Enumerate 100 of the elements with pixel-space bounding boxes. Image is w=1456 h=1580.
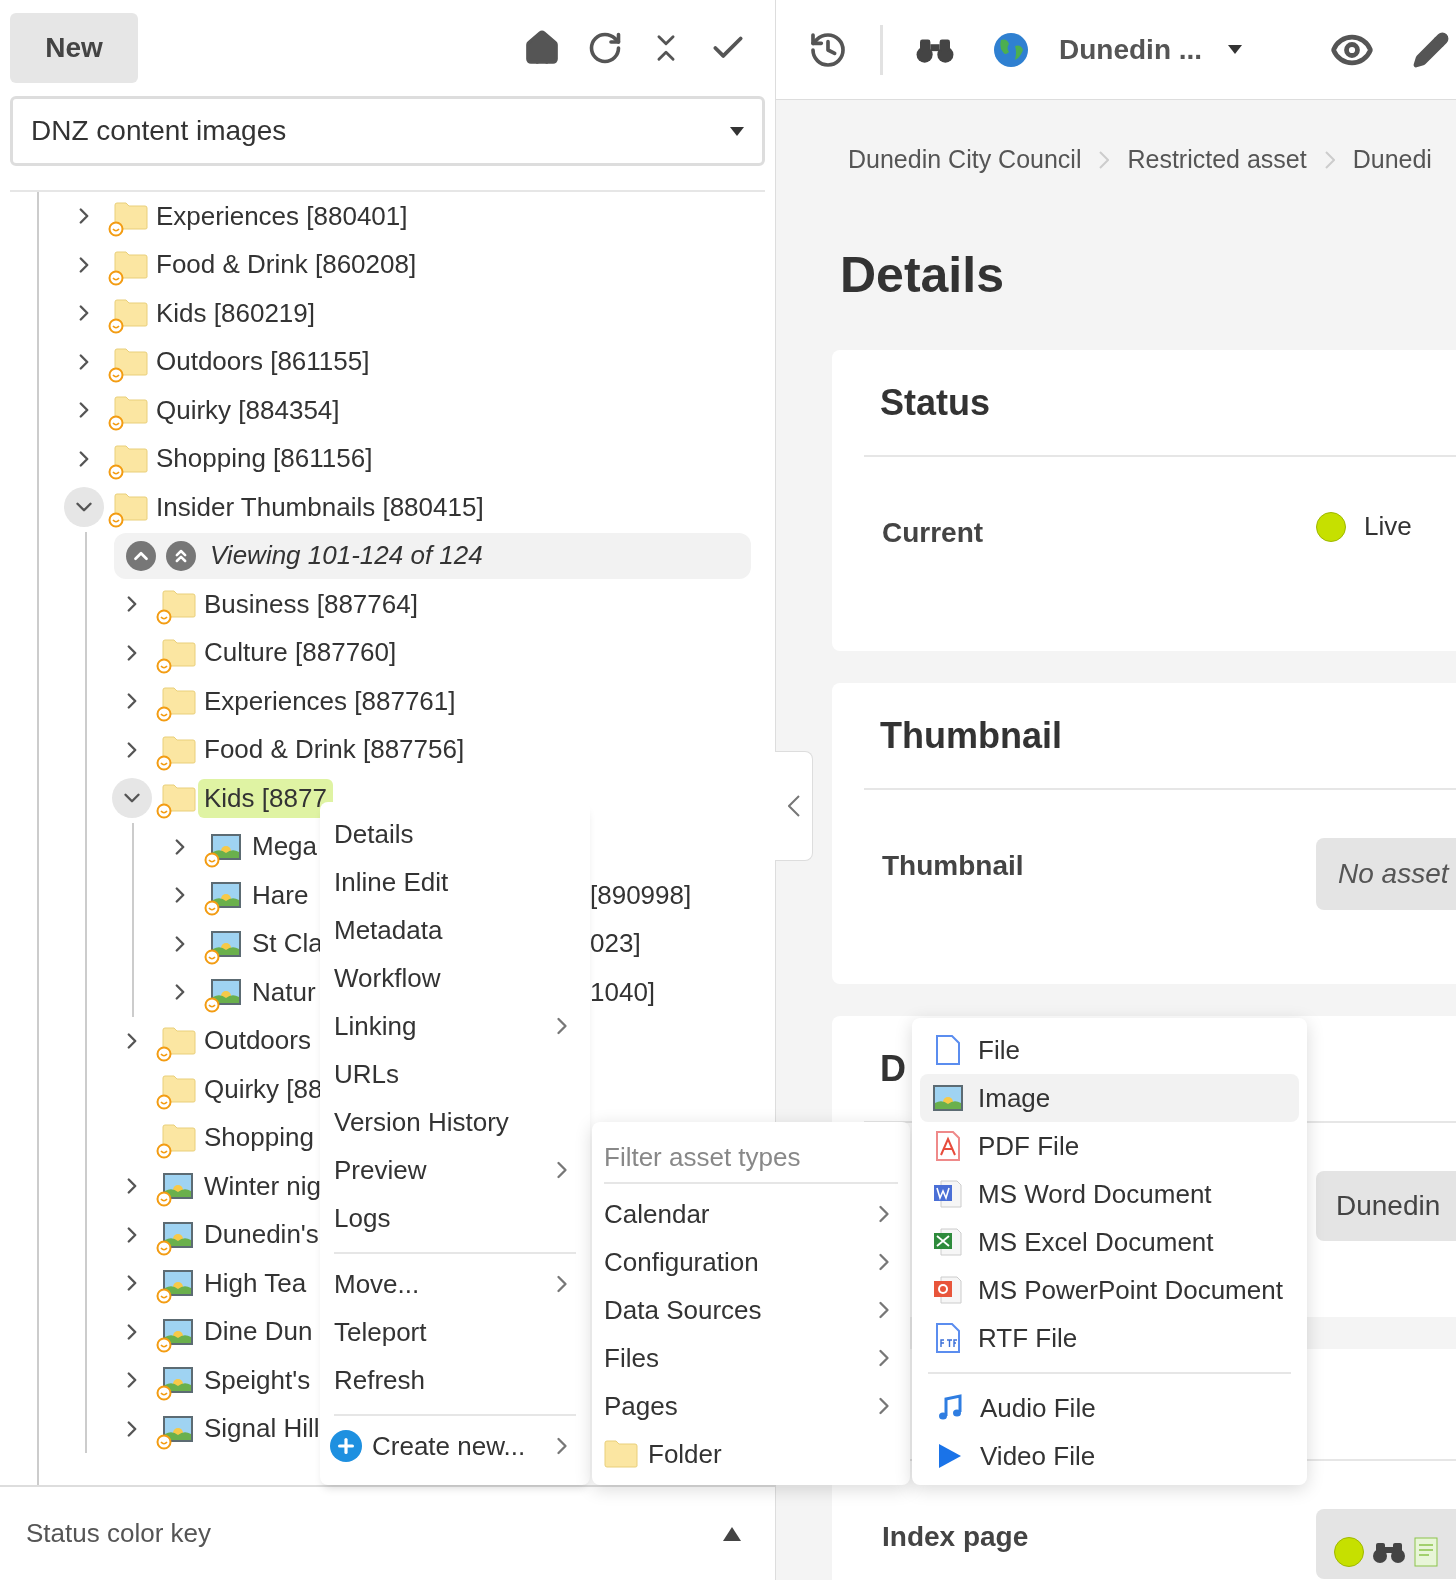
- tree-item[interactable]: High Tea: [198, 1263, 313, 1303]
- status-badge-icon: [108, 221, 124, 238]
- section-title: D: [880, 1046, 906, 1091]
- folder-icon: [114, 250, 148, 279]
- previous-page-button[interactable]: [126, 540, 156, 571]
- menu-item[interactable]: Folder: [604, 1430, 898, 1478]
- asset-picker[interactable]: No asset: [1316, 838, 1456, 910]
- menu-item[interactable]: Refresh: [334, 1356, 576, 1404]
- menu-item[interactable]: Preview: [334, 1146, 576, 1194]
- breadcrumb-link[interactable]: Restricted asset: [1127, 141, 1307, 179]
- tree-item[interactable]: Food & Drink [860208]: [150, 245, 423, 285]
- tree-item[interactable]: Kids [8877: [198, 778, 333, 818]
- tree-item[interactable]: Quirky [884354]: [150, 390, 346, 430]
- status-badge-icon: [156, 609, 172, 626]
- folder-icon: [114, 202, 148, 231]
- menu-item[interactable]: Video File: [928, 1432, 1291, 1480]
- pager-label: Viewing 101-124 of 124: [210, 539, 483, 573]
- tree-item[interactable]: Dine Dun: [198, 1312, 319, 1352]
- expand-toggle[interactable]: [64, 487, 104, 528]
- tree-item[interactable]: Outdoors: [198, 1021, 317, 1061]
- first-page-button[interactable]: [166, 540, 196, 571]
- menu-item[interactable]: Data Sources: [604, 1286, 898, 1334]
- menu-item[interactable]: Files: [604, 1334, 898, 1382]
- tree-item[interactable]: Food & Drink [887756]: [198, 730, 471, 770]
- menu-item[interactable]: Audio File: [928, 1384, 1291, 1432]
- menu-item[interactable]: Inline Edit: [334, 858, 576, 906]
- expand-toggle[interactable]: [112, 778, 152, 819]
- menu-item[interactable]: Create new...: [334, 1422, 576, 1470]
- status-badge-icon: [108, 463, 124, 480]
- tree-item[interactable]: Insider Thumbnails [880415]: [150, 487, 490, 527]
- menu-item[interactable]: Version History: [334, 1098, 576, 1146]
- page-title: Details: [839, 246, 1005, 305]
- menu-item[interactable]: Workflow: [334, 954, 576, 1002]
- status-badge-icon: [108, 269, 124, 286]
- menu-item[interactable]: Configuration: [604, 1238, 898, 1286]
- menu-item[interactable]: Metadata: [334, 906, 576, 954]
- menu-item[interactable]: Pages: [604, 1382, 898, 1430]
- tree-item[interactable]: Hare: [246, 875, 315, 915]
- refresh-icon[interactable]: [587, 30, 623, 66]
- panel-collapse-handle[interactable]: [775, 751, 813, 861]
- tree-item[interactable]: Shopping [861156]: [150, 439, 379, 479]
- status-badge-icon: [156, 803, 172, 820]
- status-badge-icon: [156, 1433, 172, 1450]
- filter-field[interactable]: Filter asset types: [604, 1132, 898, 1184]
- tree-item[interactable]: Culture [887760]: [198, 633, 403, 673]
- tree-item[interactable]: Shopping: [198, 1118, 320, 1158]
- spreadsheet-icon: [933, 1227, 963, 1257]
- breadcrumb-link[interactable]: Dunedin City Council: [848, 141, 1082, 179]
- menu-item[interactable]: Teleport: [334, 1308, 576, 1356]
- menu-item[interactable]: Linking: [334, 1002, 576, 1050]
- menu-item[interactable]: MS Word Document: [920, 1170, 1299, 1218]
- tree-item[interactable]: Natur: [246, 972, 322, 1012]
- image-icon: [210, 832, 242, 861]
- status-badge-icon: [156, 1094, 172, 1111]
- menu-item[interactable]: MS PowerPoint Document: [920, 1266, 1299, 1314]
- caret-icon: [1228, 45, 1243, 54]
- asset-picker[interactable]: Dunedin: [1316, 1171, 1456, 1241]
- menu-item[interactable]: Details: [334, 810, 576, 858]
- tree-item[interactable]: Speight's: [198, 1360, 317, 1400]
- image-icon: [162, 1269, 194, 1298]
- image-icon: [162, 1220, 194, 1249]
- image-icon: [162, 1172, 194, 1201]
- status-badge-icon: [108, 512, 124, 529]
- breadcrumb-link[interactable]: Dunedi: [1352, 141, 1432, 179]
- menu-item[interactable]: Image: [920, 1074, 1299, 1122]
- status-badge-icon: [108, 366, 124, 383]
- home-icon[interactable]: [523, 29, 561, 67]
- folder-icon: [162, 1075, 196, 1104]
- new-button[interactable]: New: [10, 13, 138, 83]
- menu-item[interactable]: RTF File: [920, 1314, 1299, 1362]
- menu-item[interactable]: MS Excel Document: [920, 1218, 1299, 1266]
- presentation-icon: [933, 1275, 963, 1305]
- breadcrumb-separator-icon: [1099, 151, 1110, 169]
- folder-icon: [162, 687, 196, 716]
- menu-item[interactable]: URLs: [334, 1050, 576, 1098]
- menu-item[interactable]: Logs: [334, 1194, 576, 1242]
- plus-icon: [330, 1430, 362, 1462]
- tree-item[interactable]: Experiences [887761]: [198, 681, 462, 721]
- status-badge-icon: [156, 1191, 172, 1208]
- asset-selector[interactable]: DNZ content images: [10, 96, 765, 166]
- tree-item[interactable]: Mega: [246, 827, 324, 867]
- status-value: Live: [1364, 510, 1412, 543]
- tree-item[interactable]: Kids [860219]: [150, 293, 321, 333]
- tree-item[interactable]: Outdoors [861155]: [150, 342, 376, 382]
- edit-icon[interactable]: [1412, 30, 1450, 69]
- site-dropdown[interactable]: Dunedin ...: [1059, 28, 1243, 71]
- folder-icon: [162, 590, 196, 619]
- menu-item[interactable]: Calendar: [604, 1190, 898, 1238]
- image-icon: [162, 1414, 194, 1443]
- menu-item[interactable]: PDF File: [920, 1122, 1299, 1170]
- section-title: Thumbnail: [880, 713, 1062, 758]
- menu-item[interactable]: Move...: [334, 1260, 576, 1308]
- image-icon: [932, 1084, 964, 1112]
- tree-item-text: [890998]: [590, 878, 692, 912]
- music-note-icon: [937, 1394, 963, 1422]
- tree-item[interactable]: Experiences [880401]: [150, 196, 414, 236]
- menu-item[interactable]: File: [920, 1026, 1299, 1074]
- image-icon: [162, 1317, 194, 1346]
- tree-item-text: 1040]: [590, 975, 656, 1009]
- tree-item[interactable]: Business [887764]: [198, 584, 424, 624]
